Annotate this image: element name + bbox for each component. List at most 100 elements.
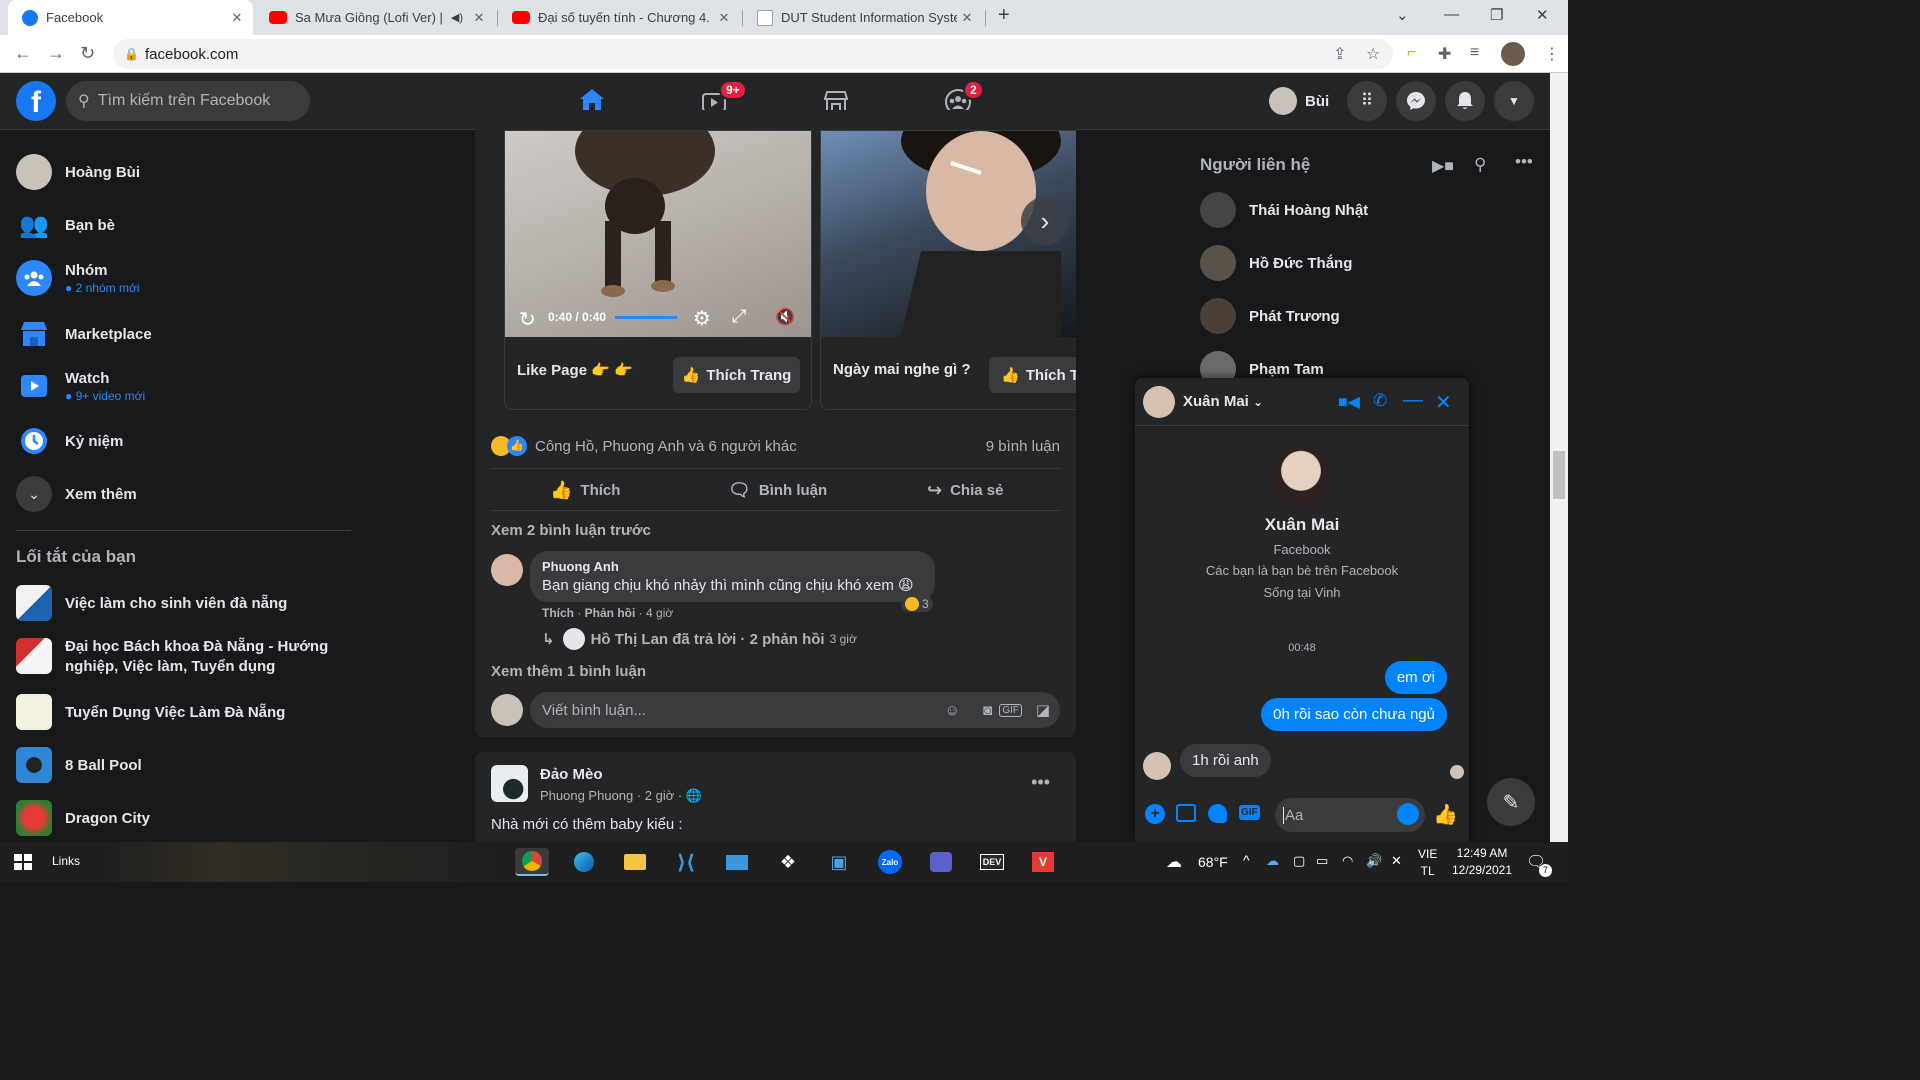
contact-item[interactable]: Hồ Đức Thắng	[1200, 245, 1352, 281]
edge-taskbar-icon[interactable]	[567, 848, 601, 876]
file-explorer-taskbar-icon[interactable]	[618, 848, 652, 876]
phone-call-icon[interactable]: ✆	[1373, 391, 1387, 411]
post-page-name[interactable]: Đảo Mèo	[540, 766, 603, 783]
fullscreen-icon[interactable]: ⤢	[732, 306, 746, 327]
close-chat-icon[interactable]: ✕	[1435, 390, 1452, 415]
battery-icon[interactable]: ▭	[1316, 853, 1328, 869]
more-options-icon[interactable]: •••	[1031, 772, 1050, 793]
emoji-icon[interactable]: ☺	[945, 702, 960, 719]
sidebar-item-profile[interactable]: Hoàng Bùi	[16, 154, 140, 190]
carousel-card-1[interactable]: ↻ 0:40 / 0:40 ⚙ ⤢ 🔇 Like Page 👉 👉 👍 Thích…	[504, 130, 812, 410]
unikey-taskbar-icon[interactable]: V	[1026, 848, 1060, 876]
contacts-options-icon[interactable]: •••	[1515, 152, 1533, 172]
messenger-button[interactable]	[1396, 81, 1436, 121]
windows-start-icon[interactable]	[14, 854, 32, 870]
send-like-thumbs-up-icon[interactable]: 👍	[1433, 802, 1458, 827]
restore-window-button[interactable]: ❐	[1490, 6, 1503, 24]
chat-title[interactable]: Xuân Mai ⌄	[1183, 393, 1263, 410]
comment-reaction-count[interactable]: 3	[901, 596, 933, 612]
view-more-comments-link[interactable]: Xem thêm 1 bình luận	[491, 663, 646, 680]
mail-taskbar-icon[interactable]	[720, 848, 754, 876]
comment-button[interactable]: 🗨 Bình luận	[728, 480, 827, 501]
carousel-next-chevron-icon[interactable]: ›	[1021, 197, 1069, 245]
comment-reply-link[interactable]: Phản hồi	[585, 606, 636, 620]
close-tab-icon[interactable]: ✕	[469, 10, 489, 26]
extensions-puzzle-icon[interactable]: ✚	[1438, 44, 1451, 64]
shortcut-item[interactable]: Đại học Bách khoa Đà Nẵng - Hướng nghiệp…	[16, 638, 328, 675]
dropbox-taskbar-icon[interactable]: ❖	[771, 848, 805, 876]
sidebar-item-groups[interactable]: Nhóm ● 2 nhóm mới	[16, 260, 139, 296]
weather-cloud-icon[interactable]: ☁	[1166, 852, 1182, 872]
new-message-compose-button[interactable]: ✎	[1487, 778, 1535, 826]
menu-grid-button[interactable]: ⠿	[1347, 81, 1387, 121]
forward-arrow-icon[interactable]: →	[47, 43, 65, 64]
emoji-icon[interactable]	[1397, 803, 1419, 825]
contact-item[interactable]: Phát Trương	[1200, 298, 1340, 334]
like-page-button[interactable]: 👍 Thích Trang	[673, 357, 800, 393]
reactions-summary[interactable]: 👍 Công Hồ, Phuong Anh và 6 người khác	[491, 436, 797, 456]
like-button[interactable]: 👍 Thích	[550, 480, 620, 501]
tab-youtube-lofi[interactable]: Sa Mưa Giông (Lofi Ver) | Co ◀) ✕	[255, 0, 495, 35]
sidebar-item-see-more[interactable]: ⌄ Xem thêm	[16, 476, 137, 512]
mute-mic-icon[interactable]: ✕	[1391, 853, 1402, 869]
chat-profile-photo[interactable]	[1270, 446, 1332, 508]
system-clock[interactable]: 12:49 AM 12/29/2021	[1450, 845, 1514, 879]
close-tab-icon[interactable]: ✕	[714, 10, 734, 26]
carousel-card-2[interactable]: › Ngày mai nghe gì ? 👍Thích Tr	[820, 130, 1076, 410]
browser-menu-icon[interactable]: ⋮	[1544, 44, 1560, 64]
links-toolbar[interactable]: Links	[52, 854, 80, 868]
minimize-chat-icon[interactable]: —	[1403, 389, 1423, 412]
zalo-taskbar-icon[interactable]: Zalo	[873, 848, 907, 876]
sticker-icon[interactable]	[1208, 804, 1227, 823]
onedrive-cloud-icon[interactable]: ☁	[1266, 853, 1279, 869]
close-tab-icon[interactable]: ✕	[227, 10, 247, 26]
comments-count[interactable]: 9 bình luận	[986, 438, 1060, 455]
tab-dut-sis[interactable]: DUT Student Information System ✕	[743, 0, 983, 35]
close-tab-icon[interactable]: ✕	[957, 10, 977, 26]
message-input[interactable]: Aa	[1275, 798, 1425, 832]
video-player[interactable]: ↻ 0:40 / 0:40 ⚙ ⤢ 🔇	[505, 131, 811, 337]
search-input[interactable]: ⚲ Tìm kiếm trên Facebook	[66, 81, 310, 121]
sidebar-item-friends[interactable]: 👥 Bạn bè	[16, 207, 115, 243]
video-progress-track[interactable]	[615, 316, 677, 319]
vscode-taskbar-icon[interactable]: ⟩⟨	[669, 848, 703, 876]
chat-avatar[interactable]	[1143, 386, 1175, 418]
weather-temp[interactable]: 68°F	[1198, 854, 1228, 870]
teams-taskbar-icon[interactable]	[924, 848, 958, 876]
notifications-button[interactable]	[1445, 81, 1485, 121]
plus-actions-icon[interactable]: +	[1145, 804, 1165, 824]
tab-youtube-math[interactable]: Đại số tuyến tính - Chương 4. Bài ✕	[498, 0, 740, 35]
tray-chevron-up-icon[interactable]: ^	[1243, 852, 1250, 868]
comment-like-link[interactable]: Thích	[542, 606, 574, 620]
view-previous-comments-link[interactable]: Xem 2 bình luận trước	[491, 522, 651, 539]
shortcut-item[interactable]: Tuyển Dụng Việc Làm Đà Nẵng	[16, 694, 285, 730]
tab-search-chevron-icon[interactable]: ⌄	[1396, 6, 1409, 24]
photo-icon[interactable]	[1176, 804, 1196, 822]
account-menu-button[interactable]: ▼	[1494, 81, 1534, 121]
taskbar-app-icon[interactable]: ▣	[822, 848, 856, 876]
extension-icon[interactable]: ⌐	[1407, 44, 1416, 62]
address-bar[interactable]: 🔒 facebook.com	[113, 39, 1393, 69]
comment-author[interactable]: Phuong Anh	[542, 559, 923, 574]
page-scrollbar[interactable]	[1550, 73, 1568, 842]
share-icon[interactable]: ⇪	[1333, 44, 1346, 64]
video-call-icon[interactable]: ■◀	[1338, 392, 1360, 412]
tab-facebook[interactable]: Facebook ✕	[8, 0, 253, 35]
shortcut-item[interactable]: 8 Ball Pool	[16, 747, 142, 783]
bookmark-star-icon[interactable]: ☆	[1366, 44, 1380, 64]
shortcut-item[interactable]: Việc làm cho sinh viên đà nẵng	[16, 585, 287, 621]
sidebar-item-marketplace[interactable]: Marketplace	[16, 316, 152, 352]
reload-icon[interactable]: ↻	[80, 43, 95, 64]
close-window-button[interactable]: ✕	[1536, 6, 1549, 24]
write-comment-input[interactable]: Viết bình luận... ☺ ◙ GIF ◪	[530, 692, 1060, 728]
commenter-avatar[interactable]	[491, 554, 523, 586]
search-contacts-icon[interactable]: ⚲	[1474, 155, 1486, 175]
video-settings-gear-icon[interactable]: ⚙	[693, 306, 711, 331]
input-language[interactable]: VIE TL	[1418, 846, 1437, 880]
back-arrow-icon[interactable]: ←	[14, 43, 32, 64]
reading-list-icon[interactable]: ≡	[1470, 44, 1479, 62]
share-button[interactable]: ↪ Chia sẻ	[927, 480, 1003, 501]
audio-playing-icon[interactable]: ◀)	[451, 11, 463, 24]
contact-item[interactable]: Thái Hoàng Nhật	[1200, 192, 1368, 228]
profile-chip[interactable]: Bùi	[1265, 81, 1339, 121]
